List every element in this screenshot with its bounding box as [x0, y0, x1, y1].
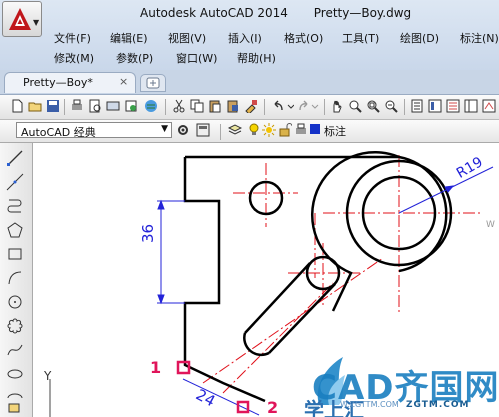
- zoom-previous-icon[interactable]: [384, 99, 398, 113]
- pan-hand-icon[interactable]: [330, 99, 344, 113]
- undo-icon[interactable]: [272, 99, 294, 113]
- plot-preview-icon[interactable]: [88, 99, 102, 113]
- cut-icon[interactable]: [172, 99, 186, 113]
- menu-insert[interactable]: 插入(I): [228, 30, 262, 46]
- polyline-icon[interactable]: [6, 197, 24, 215]
- ellipse-icon[interactable]: [6, 365, 24, 383]
- spline-icon[interactable]: [6, 341, 24, 359]
- ucs-y-label: Y: [44, 369, 52, 383]
- menu-window[interactable]: 窗口(W): [176, 50, 217, 66]
- zoom-window-icon[interactable]: [366, 99, 380, 113]
- menu-tools[interactable]: 工具(T): [342, 30, 379, 46]
- window-title: Autodesk AutoCAD 2014 Pretty—Boy.dwg: [140, 6, 433, 20]
- circle-icon[interactable]: [6, 293, 24, 311]
- annotation-marker-1: 1: [150, 358, 162, 377]
- application-menu-button[interactable]: ▼: [2, 1, 42, 37]
- copy-icon[interactable]: [190, 99, 204, 113]
- grip-marker-1[interactable]: [176, 360, 191, 375]
- menu-draw[interactable]: 绘图(D): [400, 30, 439, 46]
- chevron-down-icon: ▼: [161, 124, 168, 134]
- unlock-icon[interactable]: [278, 123, 292, 137]
- chevron-down-icon: ▼: [33, 18, 40, 27]
- print-icon[interactable]: [70, 99, 84, 113]
- menu-edit[interactable]: 编辑(E): [110, 30, 148, 46]
- menu-view[interactable]: 视图(V): [168, 30, 206, 46]
- polygon-icon[interactable]: [6, 221, 24, 239]
- toolbar-separator: [220, 124, 221, 140]
- layer-properties-icon[interactable]: [228, 123, 242, 137]
- draw-toolbar: [0, 143, 33, 417]
- workspace-dropdown[interactable]: AutoCAD 经典 ▼: [16, 122, 172, 139]
- workspace-value: AutoCAD 经典: [21, 126, 96, 139]
- publish-icon[interactable]: [106, 99, 120, 113]
- 3d-dwf-icon[interactable]: [124, 99, 138, 113]
- watermark-url: ZGTM.COM: [406, 400, 470, 410]
- dimension-36-label: 36: [139, 223, 157, 243]
- menu-dimension[interactable]: 标注(N): [460, 30, 499, 46]
- workspace-layer-toolbar: AutoCAD 经典 ▼ 标注: [0, 120, 499, 143]
- tab-label: Pretty—Boy*: [23, 76, 93, 89]
- annotation-marker-2: 2: [267, 398, 279, 417]
- menu-help[interactable]: 帮助(H): [237, 50, 276, 66]
- autocad-logo-icon: [9, 8, 31, 30]
- sheet-set-icon[interactable]: [464, 99, 478, 113]
- freeze-sun-icon[interactable]: [262, 123, 276, 137]
- menu-format[interactable]: 格式(O): [284, 30, 323, 46]
- line-icon[interactable]: [6, 149, 24, 167]
- workspace-settings-icon[interactable]: [176, 123, 190, 137]
- current-layer-name[interactable]: 标注: [324, 123, 346, 139]
- menu-parametric[interactable]: 参数(P): [116, 50, 153, 66]
- workspace-save-icon[interactable]: [196, 123, 210, 137]
- menu-modify[interactable]: 修改(M): [54, 50, 94, 66]
- tab-pretty-boy[interactable]: Pretty—Boy* ×: [4, 72, 136, 93]
- revision-cloud-icon[interactable]: [6, 317, 24, 335]
- properties-icon[interactable]: [410, 99, 424, 113]
- tool-palettes-icon[interactable]: [446, 99, 460, 113]
- app-name: Autodesk AutoCAD 2014: [140, 6, 288, 20]
- save-icon[interactable]: [46, 99, 60, 113]
- close-icon[interactable]: ×: [119, 75, 128, 88]
- toolbar-separator: [64, 99, 65, 115]
- watermark-url-small: W.ZGTTM.COM: [340, 400, 399, 409]
- redo-icon[interactable]: [298, 99, 320, 113]
- toolbar-separator: [324, 99, 325, 115]
- standard-toolbar: [0, 95, 499, 120]
- construction-line-icon[interactable]: [6, 173, 24, 191]
- autocad-window: ▼ Autodesk AutoCAD 2014 Pretty—Boy.dwg 文…: [0, 0, 499, 417]
- insert-block-icon[interactable]: [6, 401, 24, 415]
- markup-icon[interactable]: [482, 99, 496, 113]
- toolbar-separator: [165, 99, 166, 115]
- toolbar-separator: [264, 99, 265, 115]
- new-file-icon[interactable]: [10, 99, 24, 113]
- open-folder-icon[interactable]: [28, 99, 42, 113]
- design-center-icon[interactable]: [428, 99, 442, 113]
- zoom-realtime-icon[interactable]: [348, 99, 362, 113]
- lightbulb-icon[interactable]: [248, 123, 260, 137]
- new-drawing-icon: [146, 77, 160, 89]
- layer-color-swatch: [310, 124, 320, 134]
- title-bar: ▼ Autodesk AutoCAD 2014 Pretty—Boy.dwg 文…: [0, 0, 499, 71]
- arc-icon[interactable]: [6, 269, 24, 287]
- paste-icon[interactable]: [208, 99, 222, 113]
- match-properties-icon[interactable]: [244, 99, 258, 113]
- menu-file[interactable]: 文件(F): [54, 30, 91, 46]
- toolbar-separator: [404, 99, 405, 115]
- new-tab-button[interactable]: [140, 74, 166, 92]
- paste-block-icon[interactable]: [226, 99, 240, 113]
- plot-layer-icon[interactable]: [294, 123, 308, 137]
- globe-icon[interactable]: [144, 99, 158, 113]
- edge-label-fragment: W: [486, 220, 495, 230]
- rectangle-icon[interactable]: [6, 245, 24, 263]
- document-tab-bar: Pretty—Boy* ×: [0, 70, 499, 95]
- file-name: Pretty—Boy.dwg: [313, 6, 412, 20]
